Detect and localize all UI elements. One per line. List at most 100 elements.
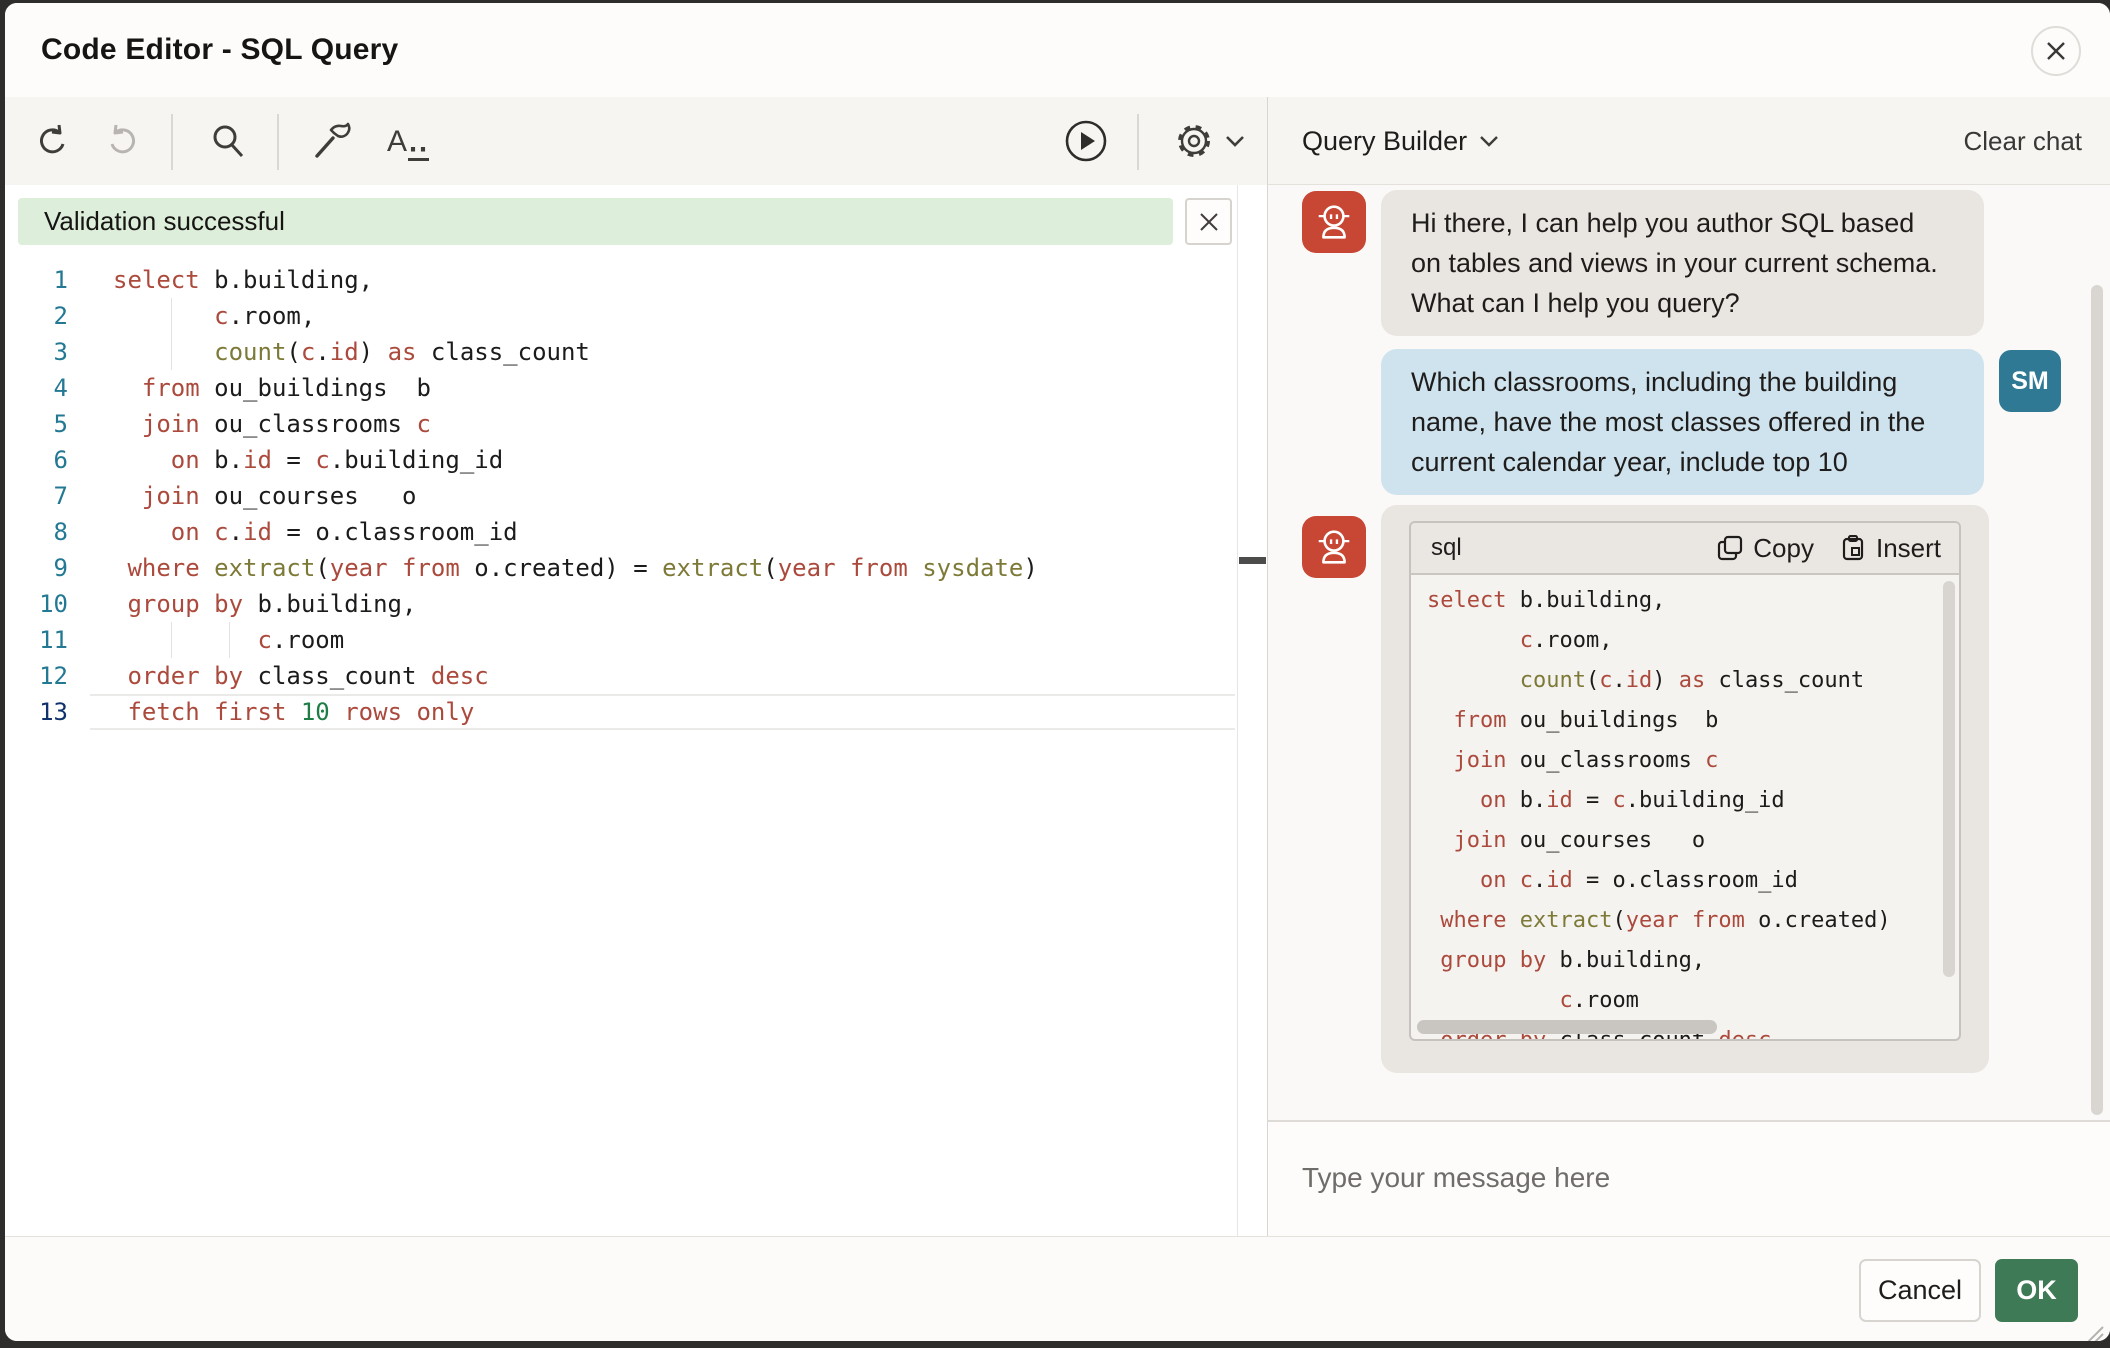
indent-guide [171, 334, 172, 370]
code-line-content: c.room, [1411, 621, 1612, 661]
assistant-chat: Hi there, I can help you author SQL base… [1267, 185, 2110, 1120]
code-line-content: group by b.building, [1411, 941, 1705, 981]
clear-chat-button[interactable]: Clear chat [1964, 97, 2083, 185]
chat-message-input[interactable]: Type your message here [1267, 1120, 2110, 1236]
indent-guide [171, 298, 172, 334]
toolbar-divider [171, 114, 173, 170]
line-number: 8 [5, 514, 68, 550]
close-icon [2044, 39, 2068, 63]
dialog-footer: Cancel OK [5, 1236, 2110, 1341]
close-icon [1198, 211, 1220, 233]
code-line[interactable]: 9 where extract(year from o.created) = e… [5, 550, 1238, 586]
chevron-down-icon [1479, 134, 1499, 148]
code-line: from ou_buildings b [1411, 701, 1959, 741]
code-line-content: on b.id = c.building_id [1411, 781, 1785, 821]
code-line-content: on b.id = c.building_id [68, 442, 503, 478]
assistant-panel-header: Query Builder Clear chat [1267, 97, 2110, 185]
ok-button[interactable]: OK [1995, 1259, 2078, 1322]
code-line-content: join ou_courses o [1411, 821, 1705, 861]
code-block-header: sql Copy Insert [1411, 523, 1959, 575]
code-line-content: select b.building, [68, 262, 373, 298]
code-line: on b.id = c.building_id [1411, 781, 1959, 821]
code-line[interactable]: 4 from ou_buildings b [5, 370, 1238, 406]
code-line-content: on c.id = o.classroom_id [68, 514, 518, 550]
dialog-close-button[interactable] [2031, 26, 2081, 76]
query-builder-label: Query Builder [1302, 126, 1467, 157]
code-line-content: where extract(year from o.created) [1411, 901, 1891, 941]
redo-button[interactable] [100, 97, 146, 185]
sql-code-block: sql Copy Insert [1409, 521, 1961, 1041]
play-icon [1064, 119, 1108, 163]
toolbar-divider [1137, 114, 1139, 170]
line-number: 1 [5, 262, 68, 298]
code-line: group by b.building, [1411, 941, 1959, 981]
code-line: select b.building, [1411, 581, 1959, 621]
code-line[interactable]: 12 order by class_count desc [5, 658, 1238, 694]
search-button[interactable] [205, 97, 251, 185]
code-line: c.room [1411, 981, 1959, 1021]
code-line-content: join ou_courses o [68, 478, 416, 514]
line-number: 5 [5, 406, 68, 442]
redo-icon [103, 121, 143, 161]
editor-toolbar: A‥ APEX Assistant [5, 97, 1267, 186]
code-line-content: count(c.id) as class_count [68, 334, 590, 370]
cancel-button[interactable]: Cancel [1859, 1259, 1981, 1322]
code-line[interactable]: 1select b.building, [5, 262, 1238, 298]
code-line[interactable]: 7 join ou_courses o [5, 478, 1238, 514]
line-number: 12 [5, 658, 68, 694]
indent-guide [229, 622, 230, 658]
resize-grip[interactable] [2079, 1319, 2105, 1341]
chat-scrollbar[interactable] [2091, 285, 2103, 1115]
query-builder-dropdown[interactable]: Query Builder [1302, 97, 1499, 185]
line-number: 11 [5, 622, 68, 658]
code-block-horizontal-scrollbar[interactable] [1417, 1020, 1717, 1034]
sql-editor[interactable]: Validation successful 1select b.building… [5, 185, 1267, 1236]
code-language-label: sql [1431, 534, 1691, 562]
assistant-code-message: sql Copy Insert [1381, 505, 1989, 1073]
copy-button[interactable]: Copy [1717, 533, 1814, 564]
code-line[interactable]: 6 on b.id = c.building_id [5, 442, 1238, 478]
code-line[interactable]: 13 fetch first 10 rows only [5, 694, 1238, 730]
copy-icon [1717, 535, 1743, 561]
undo-button[interactable] [29, 97, 75, 185]
code-line-content: on c.id = o.classroom_id [1411, 861, 1798, 901]
editor-code-lines[interactable]: 1select b.building,2 c.room,3 count(c.id… [5, 262, 1238, 730]
format-button[interactable] [309, 97, 355, 185]
code-editor-dialog: Code Editor - SQL Query [5, 3, 2110, 1341]
code-block-lines: select b.building, c.room, count(c.id) a… [1411, 575, 1959, 1039]
code-line-content: select b.building, [1411, 581, 1665, 621]
code-line[interactable]: 11 c.room [5, 622, 1238, 658]
code-line: where extract(year from o.created) [1411, 901, 1959, 941]
banner-close-button[interactable] [1185, 198, 1232, 245]
validation-banner-text: Validation successful [44, 206, 285, 237]
autocomplete-button[interactable]: A‥ [381, 97, 435, 185]
code-line[interactable]: 5 join ou_classrooms c [5, 406, 1238, 442]
code-line-content: c.room [68, 622, 344, 658]
code-line: join ou_classrooms c [1411, 741, 1959, 781]
run-button[interactable] [1061, 97, 1111, 185]
line-number: 2 [5, 298, 68, 334]
code-line[interactable]: 3 count(c.id) as class_count [5, 334, 1238, 370]
code-line: count(c.id) as class_count [1411, 661, 1959, 701]
undo-icon [32, 121, 72, 161]
code-line[interactable]: 2 c.room, [5, 298, 1238, 334]
resize-grip-icon [2079, 1319, 2105, 1341]
code-line: on c.id = o.classroom_id [1411, 861, 1959, 901]
code-line-content: where extract(year from o.created) = ext… [68, 550, 1038, 586]
code-line[interactable]: 10 group by b.building, [5, 586, 1238, 622]
insert-button[interactable]: Insert [1840, 533, 1941, 564]
copy-label: Copy [1753, 533, 1814, 564]
robot-icon [1314, 527, 1354, 567]
overview-ruler[interactable] [1237, 185, 1267, 1236]
code-line[interactable]: 8 on c.id = o.classroom_id [5, 514, 1238, 550]
title-bar: Code Editor - SQL Query [5, 3, 2110, 98]
code-line-content: count(c.id) as class_count [1411, 661, 1864, 701]
settings-menu-button[interactable] [1163, 97, 1255, 185]
code-line-content: join ou_classrooms c [68, 406, 431, 442]
toolbar-divider [277, 114, 279, 170]
robot-icon [1314, 202, 1354, 242]
chevron-down-icon [1225, 134, 1245, 148]
code-line-content: order by class_count desc [68, 658, 489, 694]
code-block-vertical-scrollbar[interactable] [1943, 581, 1955, 977]
line-number: 13 [5, 694, 68, 730]
